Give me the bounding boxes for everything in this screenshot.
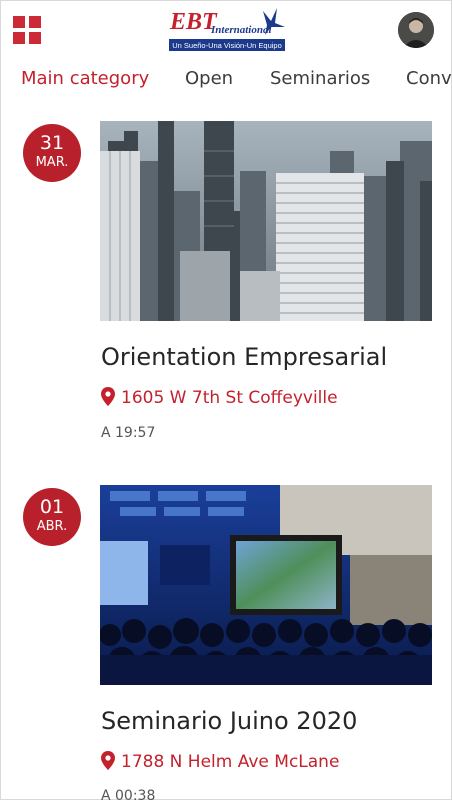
event-location-text: 1605 W 7th St Coffeyville [121,388,338,408]
tab-open[interactable]: Open [185,68,233,89]
tab-main-category[interactable]: Main category [21,68,149,89]
date-day: 31 [39,132,65,154]
svg-text:Un Sueño-Una Visión-Un Equipo: Un Sueño-Una Visión-Un Equipo [172,41,282,50]
date-month: MAR. [35,155,69,170]
ebt-international-logo[interactable]: EBT International Un Sueño-Una Visión-Un… [167,5,287,53]
event-time: A 00:38 [101,788,156,804]
date-day: 01 [39,496,65,518]
event-image[interactable] [100,121,432,321]
event-title[interactable]: Orientation Empresarial [101,343,387,371]
date-month: ABR. [36,519,68,534]
category-tabs: Main category Open Seminarios Conv [1,59,451,99]
tab-seminarios[interactable]: Seminarios [270,68,370,89]
user-avatar[interactable] [398,12,434,48]
event-image[interactable] [100,485,432,685]
date-badge: 01 ABR. [23,488,81,546]
svg-text:International: International [210,24,272,36]
event-location-text: 1788 N Helm Ave McLane [121,752,340,772]
event-location[interactable]: 1605 W 7th St Coffeyville [101,387,338,408]
event-location[interactable]: 1788 N Helm Ave McLane [101,751,339,772]
event-title[interactable]: Seminario Juino 2020 [101,707,357,735]
date-badge: 31 MAR. [23,124,81,182]
map-pin-icon [101,751,115,770]
event-time: A 19:57 [101,425,156,441]
tab-conv[interactable]: Conv [406,68,451,89]
grid-menu-icon[interactable] [13,16,41,44]
app-header: EBT International Un Sueño-Una Visión-Un… [1,1,451,59]
map-pin-icon [101,387,115,406]
